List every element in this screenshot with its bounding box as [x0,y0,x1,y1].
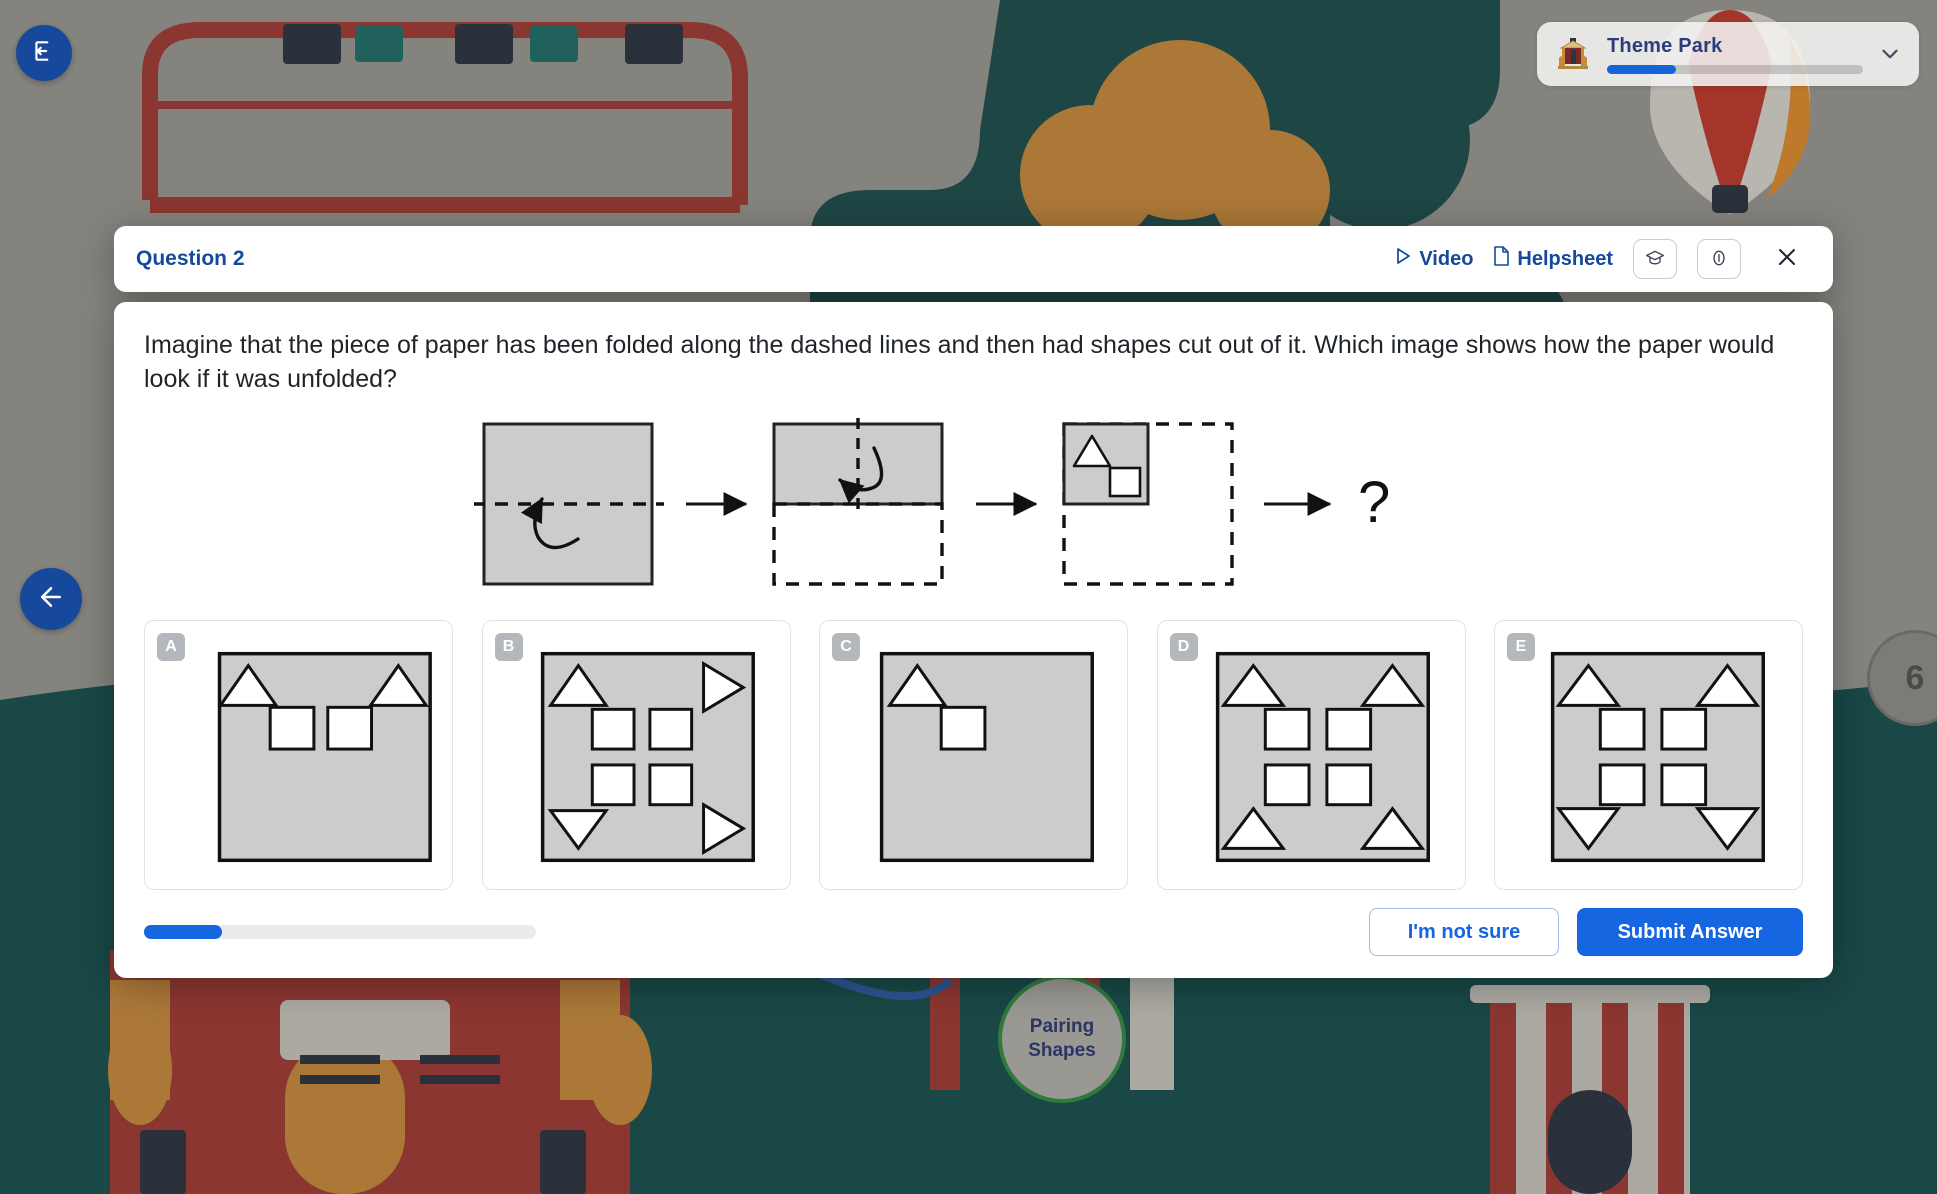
folding-diagram: ? [144,414,1803,610]
exit-button[interactable] [16,25,72,81]
option-d-figure [1215,651,1430,863]
modal-header: Question 2 Video Helpsheet [114,226,1833,292]
video-label: Video [1419,247,1474,270]
arrow-left-icon [36,582,66,617]
graduation-cap-button[interactable] [1633,239,1677,279]
option-c[interactable]: C [819,620,1128,890]
info-circle-icon [1709,248,1729,271]
back-button[interactable] [20,568,82,630]
question-progress-fill [144,925,223,939]
option-a[interactable]: A [144,620,453,890]
question-progress-track [144,925,536,939]
close-x-icon [1775,245,1799,274]
answer-options: A B C D E [144,620,1803,890]
cut-square [1108,466,1141,498]
option-e[interactable]: E [1494,620,1803,890]
exit-door-icon [31,38,57,69]
header-actions: Video Helpsheet [1395,239,1807,279]
node-label-line2: Shapes [1028,1040,1096,1061]
wheel-number-label: 6 [1905,658,1925,697]
helpsheet-label: Helpsheet [1517,247,1613,270]
question-text: Imagine that the piece of paper has been… [144,331,1775,393]
theme-park-title: Theme Park [1607,34,1723,57]
video-button[interactable]: Video [1395,247,1473,271]
theme-park-progress-fill [1607,64,1677,74]
submit-answer-button[interactable]: Submit Answer [1577,908,1803,956]
carousel-icon [1553,34,1593,74]
option-a-figure [217,651,432,863]
theme-park-progress-widget[interactable]: Theme Park [1537,22,1919,86]
node-label-line1: Pairing [1029,1016,1095,1038]
option-b-figure [540,651,755,863]
option-c-figure [879,651,1094,863]
option-b[interactable]: B [481,620,791,890]
helpsheet-button[interactable]: Helpsheet [1493,246,1613,272]
not-sure-button[interactable]: I'm not sure [1369,908,1559,956]
modal-footer: I'm not sure Submit Answer [114,886,1833,978]
graduation-cap-icon [1645,248,1665,271]
diagram-step-1 [473,422,664,586]
footer-buttons: I'm not sure Submit Answer [1369,908,1803,956]
unknown-question-mark: ? [1358,470,1390,535]
document-icon [1493,246,1510,272]
question-modal: Question 2 Video Helpsheet Imagine that … [114,226,1833,978]
diagram-step-3 [1061,422,1234,586]
modal-body: Imagine that the piece of paper has been… [114,302,1833,978]
map-node-pairing-shapes[interactable]: Pairing Shapes [998,975,1126,1103]
option-d[interactable]: D [1156,620,1466,890]
close-button[interactable] [1767,239,1807,279]
info-button[interactable] [1697,239,1741,279]
diagram-step-2 [771,418,944,586]
question-title: Question 2 [136,247,245,270]
theme-park-progress-track [1607,64,1863,74]
play-triangle-icon [1395,247,1411,271]
chevron-down-icon[interactable] [1877,41,1903,67]
option-e-figure [1550,651,1765,863]
